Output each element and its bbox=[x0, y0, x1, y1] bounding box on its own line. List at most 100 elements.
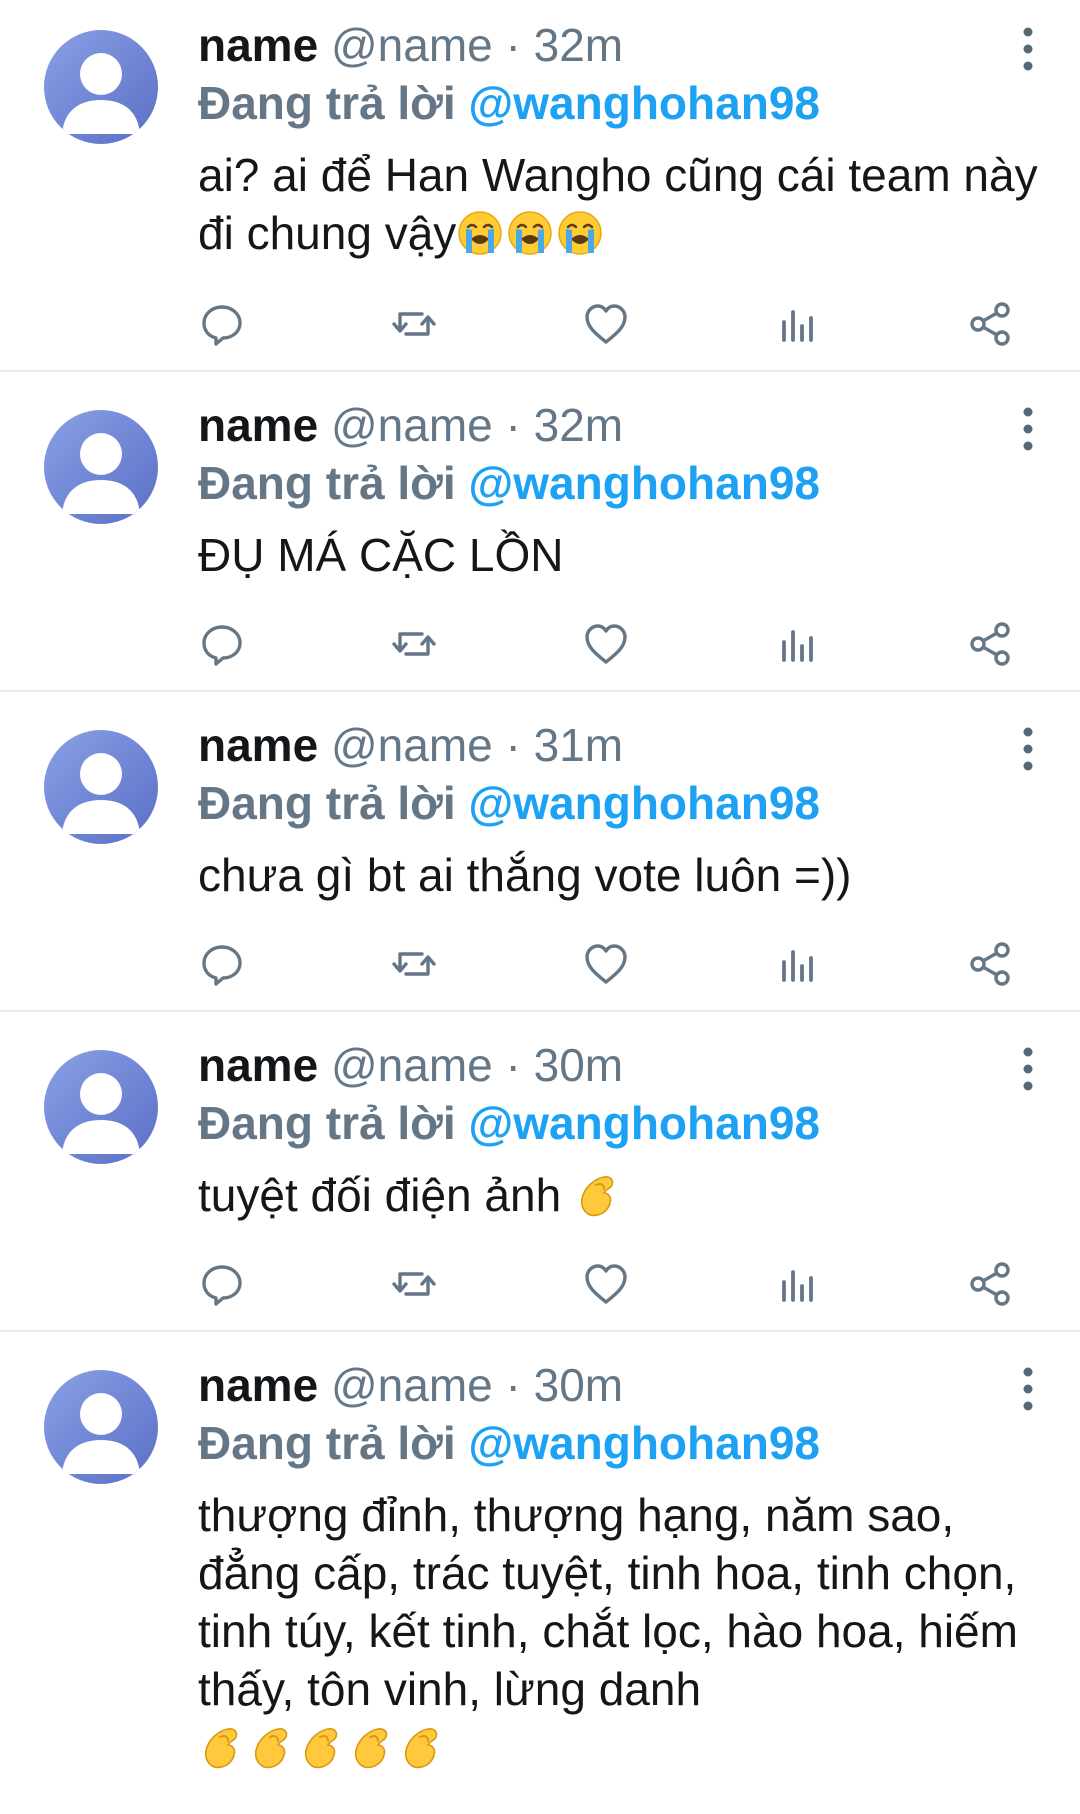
timestamp[interactable]: 32m bbox=[534, 399, 623, 451]
reply-prefix: Đang trả lời bbox=[198, 777, 456, 829]
pinched-fingers-emoji bbox=[248, 1723, 296, 1771]
reply-icon[interactable] bbox=[198, 1260, 246, 1308]
user-handle: @name bbox=[330, 399, 493, 451]
share-icon[interactable] bbox=[966, 620, 1014, 668]
pinched-fingers-emoji bbox=[198, 1723, 246, 1771]
tweet-text: chưa gì bt ai thắng vote luôn =)) bbox=[198, 846, 1040, 904]
separator-dot: · bbox=[505, 1039, 521, 1091]
display-name[interactable]: name bbox=[198, 399, 318, 451]
avatar[interactable] bbox=[44, 30, 158, 144]
pinched-fingers-emoji bbox=[348, 1723, 396, 1771]
tweet-text-content: ai? ai để Han Wangho cũng cái team này đ… bbox=[198, 149, 1051, 259]
tweet-content: name @name · 32m Đang trả lời @wanghohan9… bbox=[198, 396, 1040, 584]
tweet-header: name @name · 32m bbox=[198, 16, 1040, 74]
tweet-actions bbox=[198, 620, 1018, 670]
tweet-text: ĐỤ MÁ CẶC LỒN bbox=[198, 526, 1040, 584]
display-name[interactable]: name bbox=[198, 19, 318, 71]
display-name[interactable]: name bbox=[198, 719, 318, 771]
display-name[interactable]: name bbox=[198, 1039, 318, 1091]
avatar[interactable] bbox=[44, 1370, 158, 1484]
avatar[interactable] bbox=[44, 1050, 158, 1164]
more-options-icon[interactable] bbox=[1016, 24, 1040, 74]
like-icon[interactable] bbox=[582, 300, 630, 348]
tweet-text-content: tuyệt đối điện ảnh bbox=[198, 1169, 574, 1221]
analytics-icon[interactable] bbox=[774, 300, 822, 348]
reply-prefix: Đang trả lời bbox=[198, 1097, 456, 1149]
loudly-crying-face-emoji bbox=[556, 209, 604, 257]
reply-context: Đang trả lời @wanghohan98 bbox=[198, 1094, 1040, 1152]
reply-to-handle[interactable]: @wanghohan98 bbox=[468, 77, 820, 129]
more-options-icon[interactable] bbox=[1016, 724, 1040, 774]
retweet-icon[interactable] bbox=[390, 940, 438, 988]
retweet-icon[interactable] bbox=[390, 1260, 438, 1308]
tweet-text-content: chưa gì bt ai thắng vote luôn =)) bbox=[198, 849, 852, 901]
retweet-icon[interactable] bbox=[390, 620, 438, 668]
reply-to-handle[interactable]: @wanghohan98 bbox=[468, 1417, 820, 1469]
separator-dot: · bbox=[505, 1359, 521, 1411]
timestamp[interactable]: 32m bbox=[534, 19, 623, 71]
tweet-content: name @name · 31m Đang trả lời @wanghohan9… bbox=[198, 716, 1040, 904]
tweet-text: tuyệt đối điện ảnh bbox=[198, 1166, 1040, 1224]
more-options-icon[interactable] bbox=[1016, 1364, 1040, 1414]
tweet-header: name @name · 30m bbox=[198, 1356, 1040, 1414]
pinched-fingers-emoji bbox=[398, 1723, 446, 1771]
loudly-crying-face-emoji bbox=[506, 209, 554, 257]
divider bbox=[0, 1010, 1080, 1012]
reply-context: Đang trả lời @wanghohan98 bbox=[198, 1414, 1040, 1472]
timestamp[interactable]: 30m bbox=[534, 1359, 623, 1411]
tweet-text: thượng đỉnh, thượng hạng, năm sao, đẳng … bbox=[198, 1486, 1040, 1776]
reply-to-handle[interactable]: @wanghohan98 bbox=[468, 1097, 820, 1149]
like-icon[interactable] bbox=[582, 940, 630, 988]
loudly-crying-face-emoji bbox=[456, 209, 504, 257]
tweet-actions bbox=[198, 1260, 1018, 1310]
display-name[interactable]: name bbox=[198, 1359, 318, 1411]
separator-dot: · bbox=[505, 399, 521, 451]
reply-context: Đang trả lời @wanghohan98 bbox=[198, 74, 1040, 132]
reply-context: Đang trả lời @wanghohan98 bbox=[198, 454, 1040, 512]
separator-dot: · bbox=[505, 719, 521, 771]
share-icon[interactable] bbox=[966, 300, 1014, 348]
reply-to-handle[interactable]: @wanghohan98 bbox=[468, 457, 820, 509]
tweet-text: ai? ai để Han Wangho cũng cái team này đ… bbox=[198, 146, 1040, 262]
retweet-icon[interactable] bbox=[390, 300, 438, 348]
reply-icon[interactable] bbox=[198, 940, 246, 988]
reply-prefix: Đang trả lời bbox=[198, 77, 456, 129]
tweet-text-content: ĐỤ MÁ CẶC LỒN bbox=[198, 529, 564, 581]
like-icon[interactable] bbox=[582, 620, 630, 668]
reply-icon[interactable] bbox=[198, 300, 246, 348]
tweet-actions bbox=[198, 940, 1018, 990]
more-options-icon[interactable] bbox=[1016, 404, 1040, 454]
timestamp[interactable]: 31m bbox=[534, 719, 623, 771]
tweet-actions bbox=[198, 300, 1018, 350]
user-handle: @name bbox=[330, 19, 493, 71]
tweet-content: name @name · 30m Đang trả lời @wanghohan9… bbox=[198, 1036, 1040, 1224]
user-handle: @name bbox=[330, 719, 493, 771]
divider bbox=[0, 370, 1080, 372]
avatar[interactable] bbox=[44, 730, 158, 844]
tweet-content: name @name · 30m Đang trả lời @wanghohan9… bbox=[198, 1356, 1040, 1776]
tweet-header: name @name · 30m bbox=[198, 1036, 1040, 1094]
pinched-fingers-emoji bbox=[298, 1723, 346, 1771]
reply-context: Đang trả lời @wanghohan98 bbox=[198, 774, 1040, 832]
divider bbox=[0, 1330, 1080, 1332]
tweet-header: name @name · 32m bbox=[198, 396, 1040, 454]
tweet-text-content: thượng đỉnh, thượng hạng, năm sao, đẳng … bbox=[198, 1489, 1018, 1715]
share-icon[interactable] bbox=[966, 940, 1014, 988]
user-handle: @name bbox=[330, 1039, 493, 1091]
more-options-icon[interactable] bbox=[1016, 1044, 1040, 1094]
user-handle: @name bbox=[330, 1359, 493, 1411]
like-icon[interactable] bbox=[582, 1260, 630, 1308]
analytics-icon[interactable] bbox=[774, 940, 822, 988]
timestamp[interactable]: 30m bbox=[534, 1039, 623, 1091]
tweet-content: name @name · 32m Đang trả lời @wanghohan9… bbox=[198, 16, 1040, 262]
avatar[interactable] bbox=[44, 410, 158, 524]
analytics-icon[interactable] bbox=[774, 620, 822, 668]
reply-prefix: Đang trả lời bbox=[198, 457, 456, 509]
reply-prefix: Đang trả lời bbox=[198, 1417, 456, 1469]
reply-icon[interactable] bbox=[198, 620, 246, 668]
tweet-header: name @name · 31m bbox=[198, 716, 1040, 774]
share-icon[interactable] bbox=[966, 1260, 1014, 1308]
divider bbox=[0, 690, 1080, 692]
analytics-icon[interactable] bbox=[774, 1260, 822, 1308]
reply-to-handle[interactable]: @wanghohan98 bbox=[468, 777, 820, 829]
